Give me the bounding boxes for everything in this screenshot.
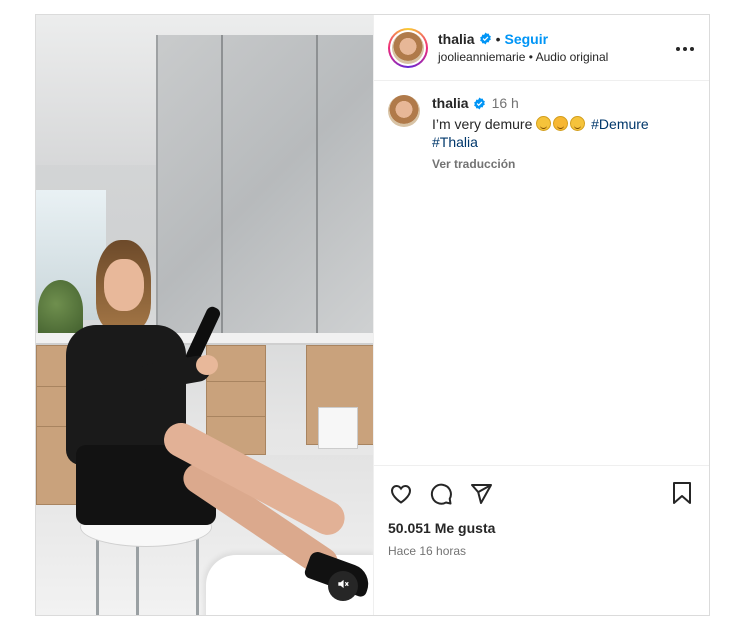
avatar bbox=[392, 31, 424, 64]
smiling-hearts-emoji bbox=[553, 116, 569, 131]
like-button[interactable] bbox=[388, 481, 414, 507]
verified-badge-icon bbox=[479, 32, 491, 45]
actions-section: 50.051 Me gusta Hace 16 horas bbox=[374, 465, 709, 615]
scene-mirror-seam bbox=[221, 35, 223, 335]
likes-count[interactable]: 50.051 Me gusta bbox=[388, 520, 695, 536]
person-face bbox=[104, 259, 144, 311]
hashtag-thalia[interactable]: #Thalia bbox=[432, 134, 478, 150]
post-timestamp[interactable]: Hace 16 horas bbox=[388, 544, 695, 558]
post-card: thalia • Seguir joolieanniemarie • Audio… bbox=[35, 14, 710, 616]
scene-mirror-seam bbox=[316, 35, 318, 335]
scene-mirror bbox=[156, 35, 373, 335]
avatar[interactable] bbox=[388, 95, 420, 127]
hashtag-demure[interactable]: #Demure bbox=[591, 116, 649, 132]
comment-button[interactable] bbox=[428, 481, 454, 507]
comment-icon bbox=[430, 483, 452, 505]
separator-dot: • bbox=[495, 30, 501, 47]
story-avatar[interactable] bbox=[388, 27, 428, 68]
caption-main-text: I’m very demure bbox=[432, 116, 533, 132]
post-header: thalia • Seguir joolieanniemarie • Audio… bbox=[374, 15, 709, 81]
scene-bin bbox=[318, 407, 358, 449]
heart-icon bbox=[390, 484, 412, 504]
caption-section: thalia 16 h I’m very demure #Demure #Tha… bbox=[374, 81, 709, 465]
post-video[interactable] bbox=[36, 15, 373, 615]
speaker-muted-icon bbox=[336, 577, 350, 596]
mute-button[interactable] bbox=[328, 571, 358, 601]
smiling-face-emoji bbox=[536, 116, 552, 131]
share-button[interactable] bbox=[468, 481, 494, 507]
smiling-face-emoji bbox=[570, 116, 586, 131]
stool-leg bbox=[136, 535, 139, 615]
person-hand bbox=[196, 355, 218, 375]
author-username[interactable]: thalia bbox=[438, 30, 475, 48]
caption-username[interactable]: thalia bbox=[432, 95, 469, 111]
translate-link[interactable]: Ver traducción bbox=[432, 157, 649, 171]
caption-time[interactable]: 16 h bbox=[492, 95, 519, 111]
bookmark-icon bbox=[673, 482, 691, 504]
post-sidebar: thalia • Seguir joolieanniemarie • Audio… bbox=[373, 15, 709, 615]
stool-leg bbox=[96, 535, 99, 615]
share-icon bbox=[471, 484, 492, 504]
save-button[interactable] bbox=[671, 481, 695, 507]
stool-leg bbox=[196, 535, 199, 615]
caption-text: I’m very demure #Demure #Thalia bbox=[432, 115, 649, 151]
more-horizontal-icon[interactable] bbox=[675, 39, 695, 53]
verified-badge-icon bbox=[473, 97, 485, 109]
follow-button[interactable]: Seguir bbox=[504, 30, 548, 48]
audio-info[interactable]: joolieanniemarie • Audio original bbox=[438, 48, 608, 66]
